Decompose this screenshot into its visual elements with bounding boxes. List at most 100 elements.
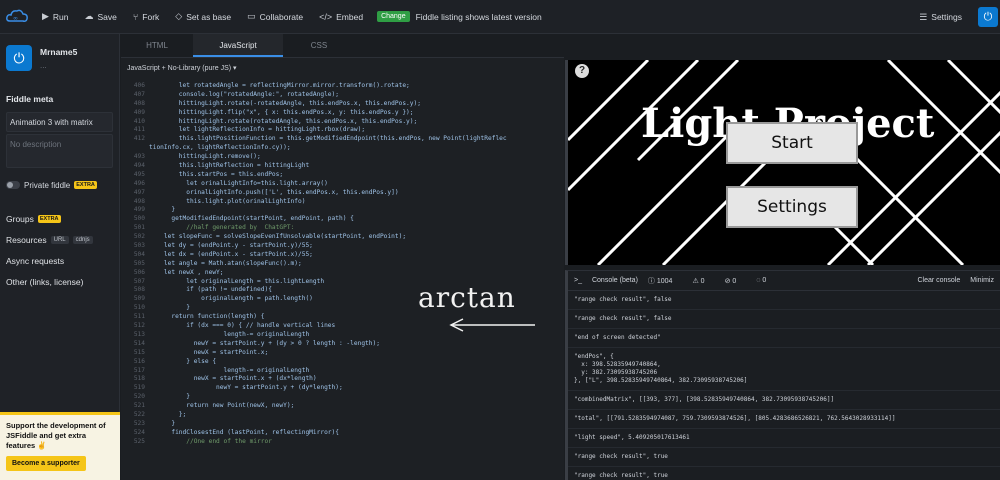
line-number: 517 [133, 366, 145, 374]
code-line[interactable]: 410 hittingLight.rotate(rotatedAngle, th… [121, 118, 564, 127]
code-line[interactable]: 409 hittingLight.flip("x", { x: this.end… [121, 109, 564, 118]
sidebar-item-other[interactable]: Other (links, license) [0, 271, 119, 292]
arctan-annotation: arctan [418, 281, 516, 314]
private-fiddle-toggle-row[interactable]: Private fiddle EXTRA [0, 174, 119, 196]
code-line[interactable]: 501 //half generated by ChatGPT: [121, 224, 564, 233]
code-line[interactable]: 500 getModifiedEndpoint(startPoint, endP… [121, 215, 564, 224]
username-sub: ... [40, 60, 47, 70]
line-number: 410 [133, 117, 145, 125]
run-button[interactable]: ▶ Run [34, 0, 77, 34]
code-text: }; [149, 410, 187, 418]
clear-console-button[interactable]: Clear console [917, 277, 960, 284]
code-line[interactable]: 524 findClosestEnd (lastPoint, reflectin… [121, 429, 564, 438]
save-button[interactable]: ☁ Save [77, 0, 125, 34]
code-line[interactable]: 525 //One end of the mirror [121, 438, 564, 447]
code-line[interactable]: 519 newY = startPoint.y + (dy*length); [121, 384, 564, 393]
jsfiddle-logo-icon[interactable]: ∞ [0, 0, 34, 34]
code-line[interactable]: 498 this.light.plot(orinalLightInfo) [121, 198, 564, 207]
code-line[interactable]: 493 hittingLight.remove(); [121, 153, 564, 162]
code-editor-panel: HTML JavaScript CSS JavaScript + No-Libr… [121, 34, 564, 480]
line-number: 505 [133, 259, 145, 267]
code-line[interactable]: 521 return new Point(newX, newY); [121, 402, 564, 411]
sidebar-item-async-requests[interactable]: Async requests [0, 250, 119, 271]
line-number: 504 [133, 250, 145, 258]
tab-css[interactable]: CSS [283, 34, 355, 57]
embed-button[interactable]: </> Embed [311, 0, 371, 34]
sidebar-item-resources[interactable]: Resources URL cdnjs [0, 229, 119, 250]
code-line[interactable]: 496 let orinalLightInfo=this.light.array… [121, 180, 564, 189]
settings-button[interactable]: ☰ Settings [911, 0, 970, 34]
cloud-upload-icon: ☁ [84, 11, 94, 21]
code-line[interactable]: 495 this.startPos = this.endPos; [121, 171, 564, 180]
sidebar-item-groups[interactable]: Groups EXTRA [0, 208, 119, 229]
fiddle-description-field[interactable]: No description [6, 134, 113, 168]
svg-text:∞: ∞ [13, 15, 18, 22]
code-line[interactable]: 406 let rotatedAngle = reflectingMirror.… [121, 82, 564, 91]
code-text: return new Point(newX, newY); [149, 402, 295, 410]
code-text: newY = startPoint.y + (dy > 0 ? length :… [149, 339, 380, 347]
collaborate-button[interactable]: ▭ Collaborate [239, 0, 311, 34]
code-line[interactable]: 523 } [121, 420, 564, 429]
code-line[interactable]: 408 hittingLight.rotate(-rotatedAngle, t… [121, 100, 564, 109]
support-panel: Support the development of JSFiddle and … [0, 412, 120, 480]
code-line[interactable]: 513 length-= originalLength [121, 331, 564, 340]
console-info-count: ⓘ 1004 [647, 277, 673, 285]
language-selector[interactable]: JavaScript + No-Library (pure JS) ▾ [121, 58, 564, 78]
code-text: this.startPos = this.endPos; [149, 170, 284, 178]
line-number: 508 [133, 286, 145, 294]
minimize-console-button[interactable]: Minimiz [970, 277, 994, 284]
code-text: } [149, 206, 176, 214]
tab-html[interactable]: HTML [121, 34, 193, 57]
help-icon[interactable]: ? [575, 64, 589, 78]
support-text: Support the development of JSFiddle and … [6, 421, 106, 450]
code-line[interactable]: 411 let lightReflectionInfo = hittingLig… [121, 126, 564, 135]
code-line[interactable]: 515 newX = startPoint.x; [121, 349, 564, 358]
run-label: Run [52, 11, 69, 22]
line-number: 514 [133, 339, 145, 347]
code-line[interactable]: 504 let dx = (endPoint.x - startPoint.x)… [121, 251, 564, 260]
code-line[interactable]: 505 let angle = Math.atan(slopeFunc().m)… [121, 260, 564, 269]
start-button[interactable]: Start [726, 122, 858, 164]
code-line[interactable]: 494 this.lightReflection = hittingLight [121, 162, 564, 171]
fork-button[interactable]: ⑂ Fork [125, 0, 167, 34]
code-line[interactable]: 506 let newX , newY; [121, 269, 564, 278]
code-line[interactable]: 407 console.log("rotatedAngle:", rotated… [121, 91, 564, 100]
line-number: 525 [133, 437, 145, 445]
line-number: 515 [133, 348, 145, 356]
save-label: Save [97, 11, 117, 22]
code-line[interactable]: 499 } [121, 206, 564, 215]
fiddle-title-field[interactable]: Animation 3 with matrix [6, 112, 113, 132]
change-badge[interactable]: Change [377, 11, 410, 22]
code-text: if (dx === 0) { // handle vertical lines [149, 322, 336, 330]
cdnjs-tag: cdnjs [72, 235, 93, 244]
code-line[interactable]: 412 this.lightPositionFunction = this.ge… [121, 135, 564, 144]
set-as-base-label: Set as base [186, 11, 232, 22]
power-icon: ⏻ [983, 10, 993, 23]
line-number: 510 [133, 304, 145, 312]
become-supporter-button[interactable]: Become a supporter [6, 456, 86, 471]
line-number: 509 [133, 295, 145, 303]
private-fiddle-toggle[interactable] [6, 181, 20, 189]
result-frame[interactable]: ? Light Project Start Settings [565, 60, 1000, 265]
profile[interactable]: ⏻ Mrname5 ... [0, 34, 119, 82]
console-log-list: "range check result", false "range check … [568, 291, 1000, 480]
settings-game-button[interactable]: Settings [726, 186, 858, 228]
code-line[interactable]: 520 } [121, 393, 564, 402]
sidebar: ⏻ Mrname5 ... Fiddle meta Animation 3 wi… [0, 34, 120, 480]
console-log-entry: "total", [[791.5283594974087, 759.730959… [568, 410, 1000, 429]
code-line[interactable]: 516 } else { [121, 358, 564, 367]
code-line[interactable]: 503 let dy = (endPoint.y - startPoint.y)… [121, 242, 564, 251]
line-number: 524 [133, 428, 145, 436]
url-tag: URL [50, 235, 69, 244]
code-line[interactable]: 497 orinalLightInfo.push(['L', this.endP… [121, 189, 564, 198]
code-line[interactable]: 517 length-= originalLength [121, 367, 564, 376]
code-line[interactable]: 522 }; [121, 411, 564, 420]
tab-javascript[interactable]: JavaScript [193, 34, 283, 57]
set-as-base-button[interactable]: ◇ Set as base [167, 0, 239, 34]
code-line[interactable]: tionInfo.cx, lightReflectionInfo.cy)); [121, 144, 564, 153]
user-menu-button[interactable]: ⏻ [978, 7, 998, 27]
change-message: Fiddle listing shows latest version [415, 11, 542, 22]
code-line[interactable]: 502 let slopeFunc = solveSlopeEvenIfUnso… [121, 233, 564, 242]
code-line[interactable]: 514 newY = startPoint.y + (dy > 0 ? leng… [121, 340, 564, 349]
code-line[interactable]: 518 newX = startPoint.x + (dx*length) [121, 375, 564, 384]
